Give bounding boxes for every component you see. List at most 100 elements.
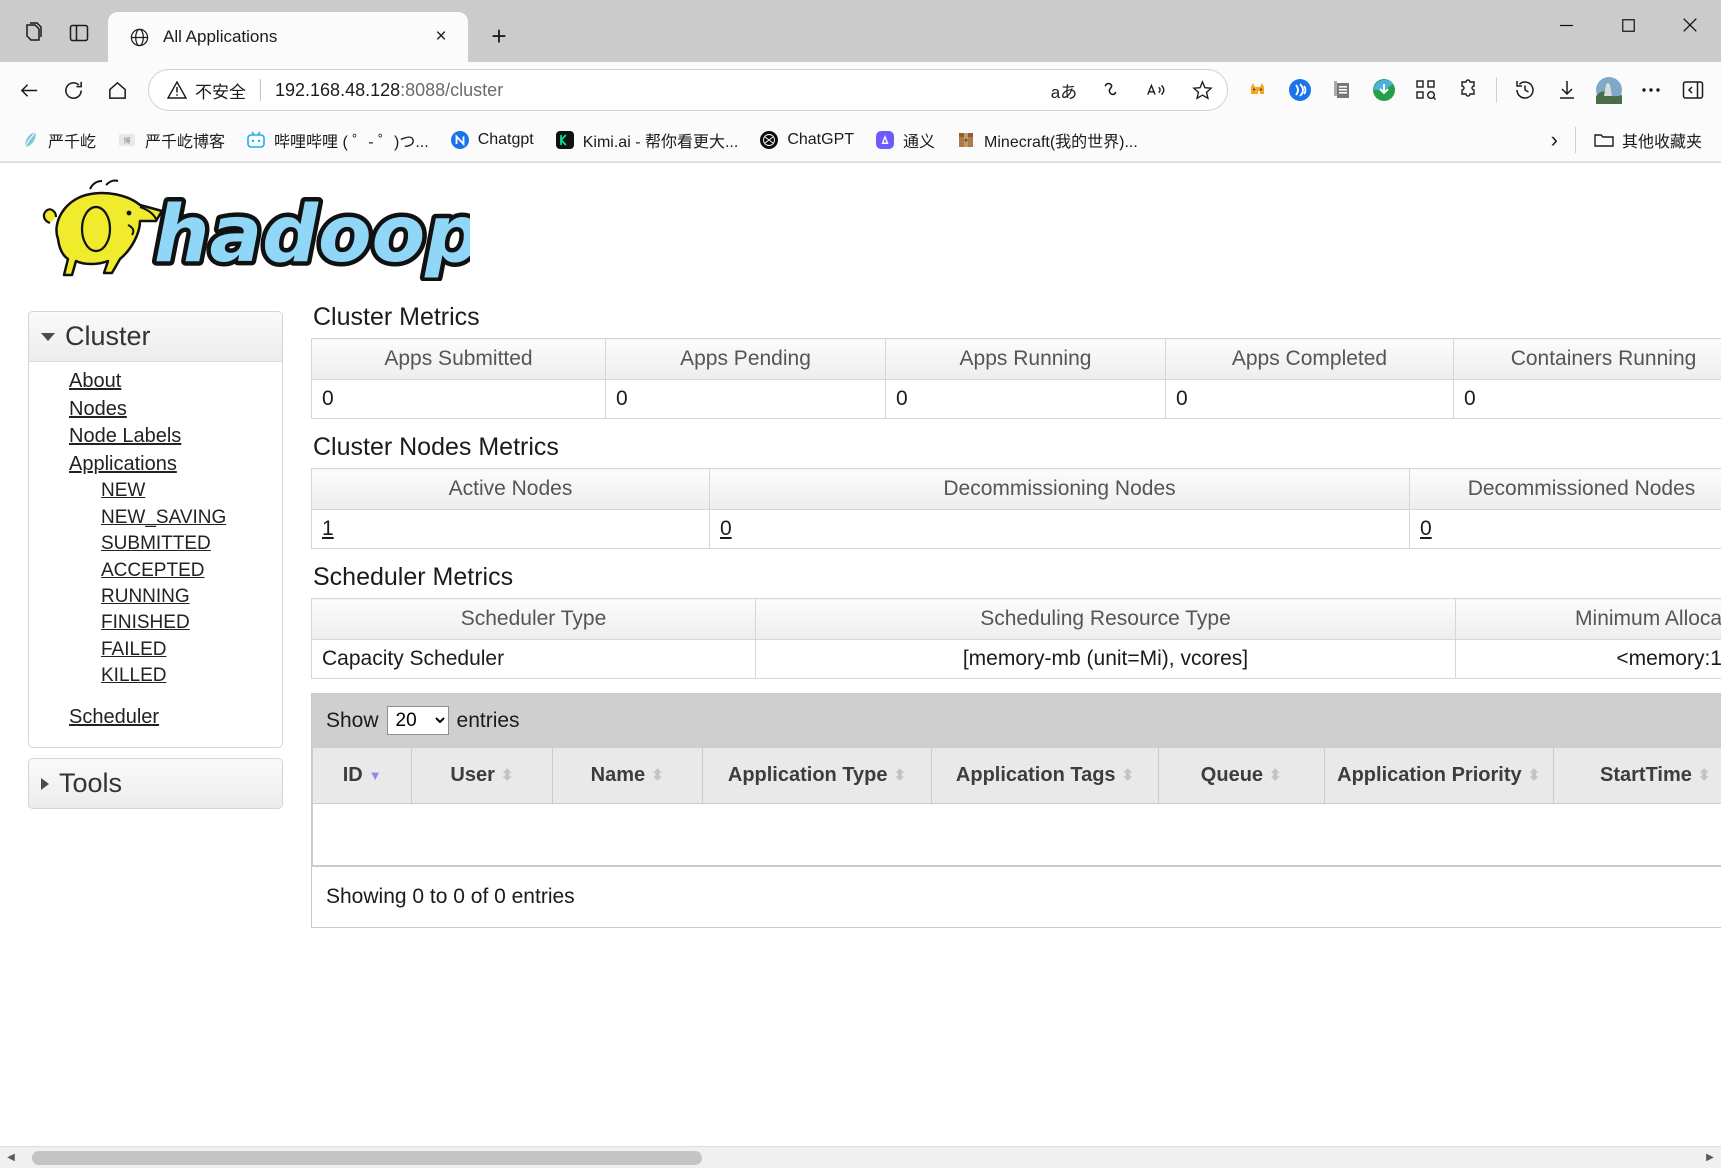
chevron-right-icon [41,778,49,790]
close-tab-icon[interactable]: × [426,22,456,52]
sidebar-item-scheduler[interactable]: Scheduler [29,704,282,732]
bookmark-item[interactable]: Kimi.ai - 帮你看更大... [545,123,748,157]
th-apps-completed: Apps Completed [1166,339,1454,380]
th-containers-running: Containers Running [1454,339,1721,380]
th-label: Queue [1201,764,1263,787]
tools-panel: Tools [28,758,283,809]
address-bar[interactable]: 不安全 192.168.48.128:8088/cluster aあ [148,69,1228,111]
sidebar-icon[interactable] [1673,70,1713,110]
window-controls [1535,0,1721,50]
maximize-button[interactable] [1597,0,1659,50]
reload-button[interactable] [52,69,94,111]
link-decommissioning-nodes[interactable]: 0 [720,517,732,540]
downloads-icon[interactable] [1547,70,1587,110]
bookmark-item[interactable]: Chatgpt [440,123,543,157]
th-label: Application Type [728,764,888,787]
url-path: :8088/cluster [400,80,503,100]
horizontal-scrollbar[interactable]: ◀ ▶ [0,1146,1721,1168]
cluster-panel-header[interactable]: Cluster [29,312,282,362]
qr-code-icon[interactable] [1406,70,1446,110]
sidebar-item-running[interactable]: RUNNING [29,584,282,610]
sidebar-item-accepted[interactable]: ACCEPTED [29,558,282,584]
link-decommissioned-nodes[interactable]: 0 [1420,517,1432,540]
table-header-row: Apps Submitted Apps Pending Apps Running… [312,339,1721,380]
page-size-select[interactable]: 20 40 60 80 100 [387,706,449,735]
th-label: User [450,764,494,787]
bookmark-item[interactable]: 严千屹 [10,123,105,157]
page-scroll-area: hadoop hadoop Cluster [0,163,1721,1146]
extensions-puzzle-icon[interactable] [1448,70,1488,110]
scroll-right-arrow-icon[interactable]: ▶ [1699,1147,1721,1168]
cluster-panel: Cluster About Nodes Node Labels Applicat… [28,311,283,748]
sidebar-item-finished[interactable]: FINISHED [29,610,282,636]
other-favorites-button[interactable]: 其他收藏夹 [1584,123,1711,157]
bookmark-item[interactable]: 通义 [865,123,944,157]
home-button[interactable] [96,69,138,111]
link-active-nodes[interactable]: 1 [322,517,334,540]
cat-extension-icon[interactable] [1238,70,1278,110]
bookmark-item[interactable]: 博 严千屹博客 [107,123,234,157]
favorite-star-icon[interactable] [1183,72,1221,108]
globe-icon [128,26,150,48]
history-icon[interactable] [1505,70,1545,110]
split-screen-icon[interactable] [1322,70,1362,110]
immersive-reader-icon[interactable] [1280,70,1320,110]
back-button[interactable] [8,69,50,111]
bookmark-label: 严千屹 [48,128,96,152]
translate-icon[interactable]: aあ [1045,72,1083,108]
copilot-icon[interactable] [1091,72,1129,108]
sidebar-item-killed[interactable]: KILLED [29,663,282,689]
tab-actions-icon[interactable] [56,10,102,56]
browser-window: All Applications × + [0,0,1721,1168]
th-starttime[interactable]: StartTime⬍ [1553,748,1721,804]
tools-panel-header[interactable]: Tools [29,759,282,808]
bookmark-label: Chatgpt [478,131,534,149]
bookmark-item[interactable]: ChatGPT [749,123,863,157]
sidebar-item-submitted[interactable]: SUBMITTED [29,531,282,557]
th-queue[interactable]: Queue⬍ [1158,748,1324,804]
browser-tab[interactable]: All Applications × [108,12,468,62]
show-label: Show [326,709,379,733]
bookmarks-divider [1575,127,1576,153]
workspaces-icon[interactable] [10,10,56,56]
sidebar-item-node-labels[interactable]: Node Labels [29,423,282,451]
th-application-tags[interactable]: Application Tags⬍ [932,748,1159,804]
sidebar-item-new-saving[interactable]: NEW_SAVING [29,505,282,531]
omnibox-divider [260,79,261,101]
sidebar-item-new[interactable]: NEW [29,478,282,504]
idm-download-icon[interactable] [1364,70,1404,110]
minimize-button[interactable] [1535,0,1597,50]
bookmark-item[interactable]: 哔哩哔哩 ( ゜- ゜)つ... [236,123,438,157]
th-id[interactable]: ID▼ [313,748,412,804]
profile-avatar-icon[interactable] [1589,70,1629,110]
th-decommissioning-nodes: Decommissioning Nodes [710,469,1410,510]
scrollbar-track[interactable] [22,1147,1699,1168]
th-name[interactable]: Name⬍ [552,748,702,804]
main-content: Cluster Metrics Apps Submitted Apps Pend… [283,281,1721,928]
datatable-info: Showing 0 to 0 of 0 entries [312,866,1721,927]
sidebar-item-nodes[interactable]: Nodes [29,396,282,424]
url-host: 192.168.48.128 [275,80,400,100]
bookmarks-overflow-button[interactable]: › [1542,123,1567,157]
sidebar-item-failed[interactable]: FAILED [29,637,282,663]
th-application-priority[interactable]: Application Priority⬍ [1324,748,1553,804]
tongyi-icon [874,129,896,151]
cluster-nodes-metrics-title: Cluster Nodes Metrics [313,433,1721,462]
scroll-left-arrow-icon[interactable]: ◀ [0,1147,22,1168]
empty-cell [313,804,1721,866]
read-aloud-icon[interactable] [1137,72,1175,108]
sidebar-item-about[interactable]: About [29,368,282,396]
bookmark-label: 哔哩哔哩 ( ゜- ゜)つ... [274,128,429,152]
th-user[interactable]: User⬍ [412,748,552,804]
th-label: StartTime [1600,764,1692,787]
th-application-type[interactable]: Application Type⬍ [702,748,931,804]
more-options-icon[interactable] [1631,70,1671,110]
sidebar-item-applications[interactable]: Applications [29,451,282,479]
new-tab-button[interactable]: + [478,15,520,57]
scrollbar-thumb[interactable] [32,1151,702,1165]
entries-label: entries [457,709,520,733]
th-label: ID [343,764,363,787]
table-header-row: ID▼ User⬍ Name⬍ Application Type⬍ Applic… [313,748,1721,804]
bookmark-item[interactable]: Minecraft(我的世界)... [946,123,1147,157]
close-window-button[interactable] [1659,0,1721,50]
